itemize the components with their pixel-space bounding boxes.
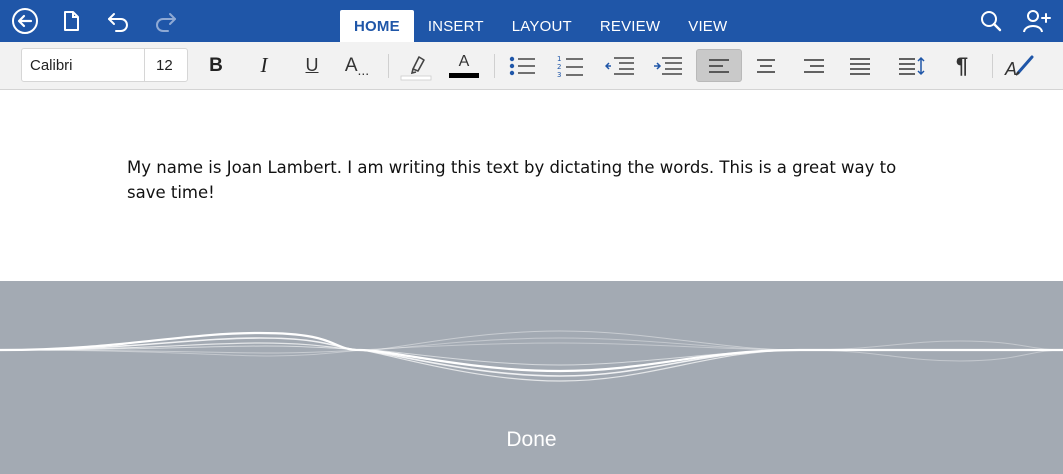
text-effects-label: A (344, 54, 358, 76)
increase-indent-button[interactable] (648, 49, 688, 82)
numbered-list-icon: 123 (557, 55, 583, 78)
document-paragraph[interactable]: My name is Joan Lambert. I am writing th… (127, 155, 927, 205)
align-center-button[interactable] (746, 49, 786, 82)
more-dots-icon: ... (357, 61, 370, 78)
svg-text:1: 1 (557, 55, 561, 63)
highlighter-icon (400, 55, 432, 80)
align-left-icon (709, 58, 729, 73)
svg-text:3: 3 (557, 71, 561, 78)
bold-button[interactable]: B (196, 49, 236, 82)
search-icon[interactable] (976, 6, 1006, 36)
paragraph-mark-icon: ¶ (955, 52, 969, 78)
tab-review[interactable]: REVIEW (586, 10, 674, 42)
tab-layout[interactable]: LAYOUT (498, 10, 586, 42)
numbering-button[interactable]: 123 (550, 49, 590, 82)
outdent-icon (605, 56, 634, 75)
paint-brush-icon: A (1004, 55, 1034, 79)
font-box-divider (144, 49, 145, 81)
line-spacing-button[interactable] (892, 49, 932, 82)
home-ribbon: Calibri 12 B I U A ... A 123 ¶ A (0, 42, 1063, 90)
bold-label: B (209, 54, 223, 76)
font-color-label: A (458, 52, 470, 70)
redo-icon[interactable] (150, 6, 180, 36)
font-name-field[interactable]: Calibri (30, 57, 73, 74)
align-right-button[interactable] (794, 49, 834, 82)
italic-label: I (260, 53, 268, 77)
dictation-panel: Done (0, 281, 1063, 474)
svg-text:A: A (1004, 59, 1017, 79)
indent-icon (654, 56, 682, 75)
tab-insert[interactable]: INSERT (414, 10, 498, 42)
ribbon-tabs: HOME INSERT LAYOUT REVIEW VIEW (340, 0, 741, 42)
bullets-button[interactable] (502, 49, 542, 82)
highlight-button[interactable] (396, 49, 436, 82)
svg-text:2: 2 (557, 63, 561, 71)
styles-button[interactable]: A (1000, 49, 1040, 82)
font-size-field[interactable]: 12 (156, 57, 173, 74)
underline-button[interactable]: U (292, 49, 332, 82)
line-spacing-icon (899, 56, 925, 75)
font-selector[interactable]: Calibri 12 (21, 48, 188, 82)
underline-label: U (305, 55, 319, 75)
align-right-icon (804, 58, 824, 73)
title-bar: HOME INSERT LAYOUT REVIEW VIEW (0, 0, 1063, 42)
bulleted-list-icon (509, 56, 535, 75)
tab-home[interactable]: HOME (340, 10, 414, 42)
italic-button[interactable]: I (244, 49, 284, 82)
share-icon[interactable] (1022, 6, 1052, 36)
back-icon[interactable] (10, 6, 40, 36)
decrease-indent-button[interactable] (600, 49, 640, 82)
font-color-bar (449, 72, 479, 78)
align-left-button[interactable] (696, 49, 742, 82)
tab-view[interactable]: VIEW (674, 10, 741, 42)
align-center-icon (757, 58, 775, 73)
ribbon-divider (494, 54, 495, 78)
font-color-swatch: A (449, 52, 479, 78)
text-effects-button[interactable]: A ... (337, 49, 377, 82)
ribbon-divider (388, 54, 389, 78)
show-formatting-button[interactable]: ¶ (942, 49, 982, 82)
justify-icon (850, 57, 870, 75)
font-color-button[interactable]: A (444, 49, 484, 82)
file-icon[interactable] (56, 6, 86, 36)
done-button[interactable]: Done (0, 428, 1063, 452)
document-canvas[interactable]: My name is Joan Lambert. I am writing th… (0, 91, 1063, 281)
justify-button[interactable] (840, 49, 880, 82)
undo-icon[interactable] (104, 6, 134, 36)
ribbon-divider (992, 54, 993, 78)
